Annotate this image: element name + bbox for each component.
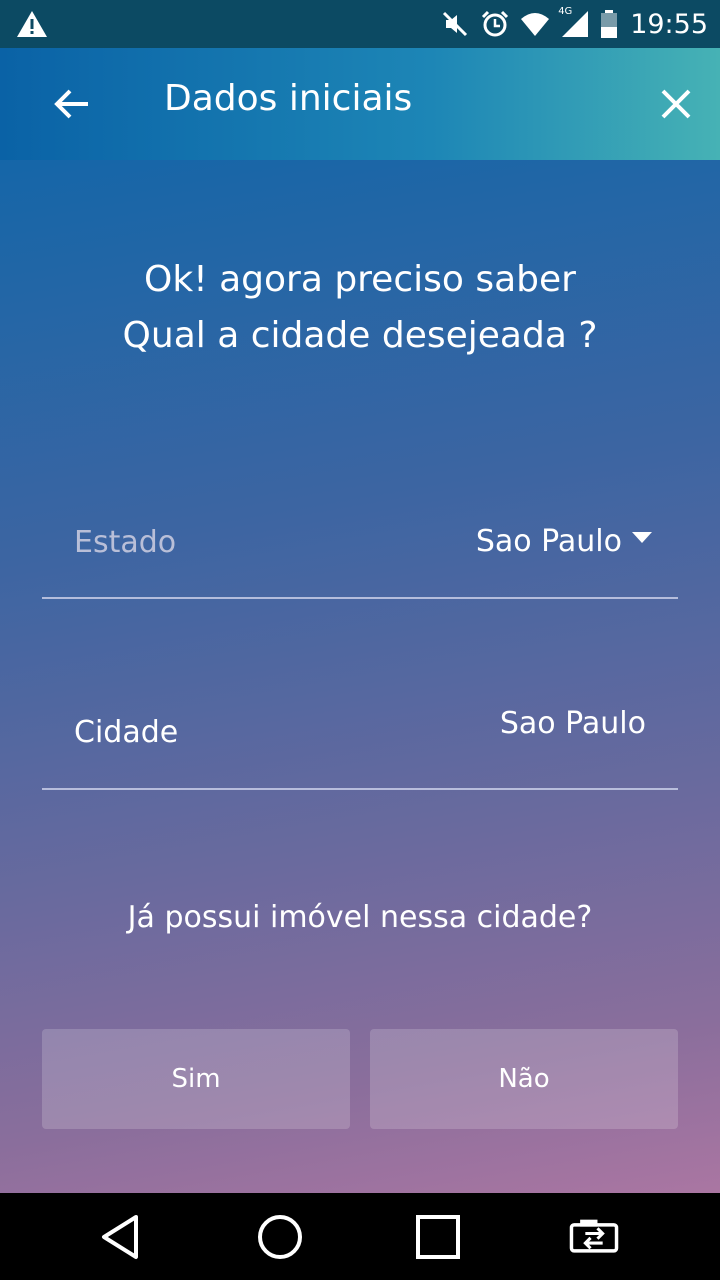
warning-icon [17,11,47,37]
app-toolbar: Dados iniciais [0,48,720,160]
cidade-label: Cidade [74,715,179,750]
wifi-icon [521,13,550,36]
yes-button[interactable]: Sim [42,1029,350,1129]
status-time: 19:55 [630,8,708,40]
switch-app-icon[interactable] [568,1211,620,1263]
mute-icon [443,11,468,37]
network-type-label: 4G [558,6,573,17]
no-button[interactable]: Não [370,1029,678,1129]
estado-select-value[interactable]: Sao Paulo [476,524,622,559]
back-triangle-icon[interactable] [96,1211,148,1263]
navigation-bar [0,1193,720,1280]
alarm-icon [482,10,509,37]
page-title: Dados iniciais [164,78,413,119]
estado-divider [42,597,678,599]
property-question: Já possui imóvel nessa cidade? [127,900,593,935]
signal-icon: 4G [558,6,590,39]
estado-label: Estado [74,525,177,560]
cidade-field-value[interactable]: Sao Paulo [500,706,646,741]
status-bar: 4G 19:55 [0,0,720,48]
chevron-down-icon[interactable] [632,532,652,544]
close-icon[interactable] [652,80,700,128]
question-heading: Ok! agora preciso saber Qual a cidade de… [0,252,720,364]
home-circle-icon[interactable] [254,1211,306,1263]
arrow-left-icon[interactable] [48,80,96,128]
recents-square-icon[interactable] [412,1211,464,1263]
question-line-2: Qual a cidade desejeada ? [122,315,598,356]
question-line-1: Ok! agora preciso saber [144,259,576,300]
main-content: Ok! agora preciso saber Qual a cidade de… [0,160,720,1193]
battery-icon [601,10,618,38]
cidade-divider [42,788,678,790]
